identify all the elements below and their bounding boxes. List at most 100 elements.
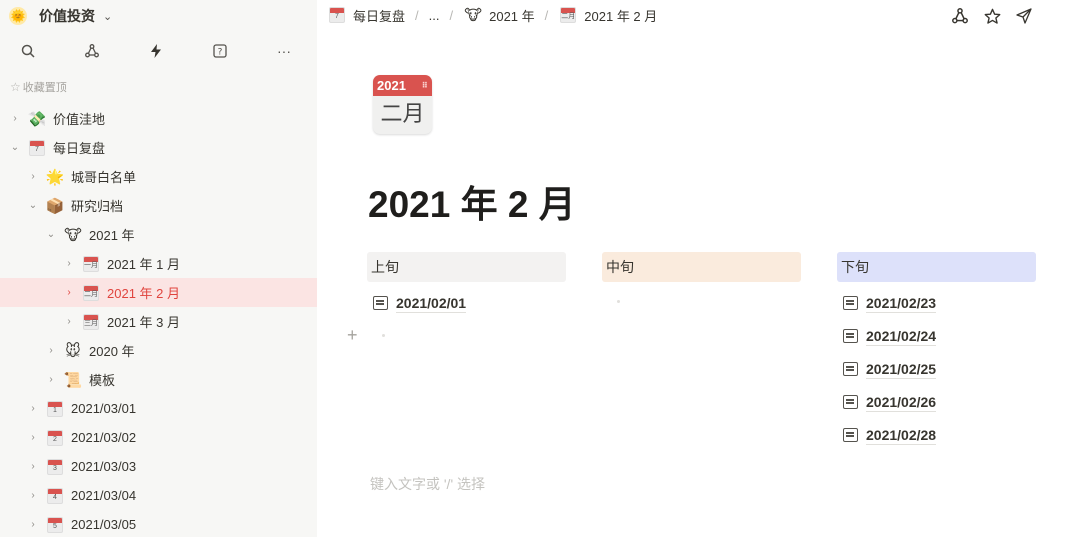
tree-item-label: 2021/03/04 xyxy=(71,488,137,503)
breadcrumb-ellipsis[interactable]: ... xyxy=(429,8,440,23)
document-icon xyxy=(843,296,858,310)
chevron-right-icon[interactable]: › xyxy=(27,171,39,182)
breadcrumb-label: 2021 年 2 月 xyxy=(584,8,658,24)
calendar-header: 2021 ⠿ xyxy=(373,75,432,96)
calendar-icon: 4 xyxy=(45,486,65,506)
board-column-shangxun: 上旬 2021/02/01 xyxy=(367,252,566,315)
empty-indicator xyxy=(617,300,620,303)
tree-item-2021-03-05[interactable]: › 5 2021/03/05 xyxy=(0,510,317,537)
document-icon xyxy=(843,362,858,376)
calendar-month: 二月 xyxy=(380,101,425,126)
column-header[interactable]: 中旬 xyxy=(602,252,801,282)
tree-item-label: 2021/03/05 xyxy=(71,517,137,532)
breadcrumb-item-current[interactable]: 二月 2021 年 2 月 xyxy=(558,5,657,25)
chevron-right-icon[interactable]: › xyxy=(27,432,39,443)
tree-item-label: 2021 年 xyxy=(89,228,135,243)
tree-item-meirifupan[interactable]: ⌄ 7 每日复盘 xyxy=(0,133,317,162)
favorites-header[interactable]: ☆ 收藏置顶 xyxy=(10,79,67,95)
calendar-icon: 二月 xyxy=(558,5,578,25)
chevron-down-icon[interactable]: ⌄ xyxy=(27,200,39,211)
scroll-icon: 📜 xyxy=(63,371,83,389)
board-card[interactable]: 2021/02/24 xyxy=(837,324,1036,348)
help-icon[interactable]: ? xyxy=(209,40,231,62)
breadcrumb-separator: / xyxy=(415,7,419,23)
drag-handle-dot xyxy=(382,334,385,337)
graph-icon[interactable] xyxy=(948,5,972,27)
board-card[interactable]: 2021/02/25 xyxy=(837,357,1036,381)
tree-item-2021-03-01[interactable]: › 1 2021/03/01 xyxy=(0,394,317,423)
cow-face-icon: 🐮 xyxy=(64,226,82,244)
workspace-switcher[interactable]: 🌞 价值投资 ⌄ xyxy=(9,5,112,27)
editor-placeholder[interactable]: 键入文字或 '/' 选择 xyxy=(370,474,485,494)
favorites-label: 收藏置顶 xyxy=(22,82,67,94)
calendar-icon: 7 xyxy=(27,138,47,158)
chevron-down-icon[interactable]: ⌄ xyxy=(45,229,57,240)
tree-item-label: 2021 年 3 月 xyxy=(107,315,180,330)
tree-item-label: 2020 年 xyxy=(89,344,135,359)
tree-item-label: 2021 年 2 月 xyxy=(107,286,180,301)
tree-item-jiazhiwadi[interactable]: › 💸 价值洼地 xyxy=(0,104,317,133)
column-header[interactable]: 上旬 xyxy=(367,252,566,282)
tree-item-2021-02[interactable]: › 二月 2021 年 2 月 xyxy=(0,278,317,307)
document-icon xyxy=(843,329,858,343)
chevron-right-icon[interactable]: › xyxy=(27,490,39,501)
card-title: 2021/02/01 xyxy=(396,294,467,313)
chevron-right-icon[interactable]: › xyxy=(45,374,57,385)
board-card[interactable]: 2021/02/26 xyxy=(837,390,1036,414)
tree-item-2021-03[interactable]: › 三月 2021 年 3 月 xyxy=(0,307,317,336)
topbar-actions xyxy=(940,5,1036,27)
chevron-right-icon[interactable]: › xyxy=(27,403,39,414)
tree-item-2020[interactable]: › 🐭 2020 年 xyxy=(0,336,317,365)
tree-item-2021-03-03[interactable]: › 3 2021/03/03 xyxy=(0,452,317,481)
breadcrumb-label: 2021 年 xyxy=(489,8,535,24)
board-card[interactable]: 2021/02/23 xyxy=(837,291,1036,315)
board-card[interactable]: 2021/02/28 xyxy=(837,423,1036,447)
chevron-down-icon[interactable]: ⌄ xyxy=(9,142,21,153)
calendar-icon: 3 xyxy=(45,457,65,477)
card-title: 2021/02/24 xyxy=(866,327,937,346)
share-icon[interactable] xyxy=(1012,5,1036,27)
tree-item-yanjiuguidang[interactable]: ⌄ 📦 研究归档 xyxy=(0,191,317,220)
search-icon[interactable] xyxy=(17,40,39,62)
chevron-right-icon[interactable]: › xyxy=(63,258,75,269)
lightning-icon[interactable] xyxy=(145,40,167,62)
tree-item-2021-03-02[interactable]: › 2 2021/03/02 xyxy=(0,423,317,452)
tree-item-2021-03-04[interactable]: › 4 2021/03/04 xyxy=(0,481,317,510)
breadcrumb-label: ... xyxy=(428,7,440,23)
column-header[interactable]: 下旬 xyxy=(837,252,1036,282)
breadcrumb-item[interactable]: 7 每日复盘 xyxy=(327,5,405,25)
tree-item-template[interactable]: › 📜 模板 xyxy=(0,365,317,394)
tree-item-label: 城哥白名单 xyxy=(71,170,137,185)
mouse-face-icon: 🐭 xyxy=(65,342,81,360)
card-title: 2021/02/23 xyxy=(866,294,937,313)
sidebar-toolbar: ? ··· xyxy=(0,40,317,62)
document-icon xyxy=(373,296,388,310)
package-icon: 📦 xyxy=(45,197,65,215)
svg-text:?: ? xyxy=(218,48,223,58)
calendar-icon: 7 xyxy=(327,5,347,25)
tree-item-chenggebaimingdan[interactable]: › 🌟 城哥白名单 xyxy=(0,162,317,191)
chevron-right-icon[interactable]: › xyxy=(63,316,75,327)
breadcrumb-item[interactable]: 🐮 2021 年 xyxy=(463,5,535,25)
calendar-icon: 1 xyxy=(45,399,65,419)
page-icon-calendar[interactable]: 2021 ⠿ 二月 xyxy=(373,75,432,134)
graph-icon[interactable] xyxy=(81,40,103,62)
chevron-right-icon[interactable]: › xyxy=(45,345,57,356)
calendar-icon: 2 xyxy=(45,428,65,448)
chevron-right-icon[interactable]: › xyxy=(9,113,21,124)
tree-item-2021-01[interactable]: › 一月 2021 年 1 月 xyxy=(0,249,317,278)
page-title[interactable]: 2021 年 2 月 xyxy=(368,174,576,228)
breadcrumb-separator: / xyxy=(544,7,549,23)
chevron-right-icon[interactable]: › xyxy=(63,287,75,298)
board-card[interactable]: 2021/02/01 xyxy=(367,291,566,315)
more-icon[interactable]: ··· xyxy=(273,40,295,62)
card-title: 2021/02/25 xyxy=(866,360,937,379)
glowing-star-icon: 🌟 xyxy=(45,168,65,186)
topbar: 7 每日复盘 / ... / 🐮 2021 年 / 二月 2021 年 2 月 xyxy=(317,0,1080,32)
tree-item-2021[interactable]: ⌄ 🐮 2021 年 xyxy=(0,220,317,249)
star-icon[interactable] xyxy=(980,5,1004,27)
board-column-zhongxun: 中旬 xyxy=(602,252,801,303)
chevron-right-icon[interactable]: › xyxy=(27,519,39,530)
chevron-right-icon[interactable]: › xyxy=(27,461,39,472)
add-block-icon[interactable]: + xyxy=(347,325,358,346)
